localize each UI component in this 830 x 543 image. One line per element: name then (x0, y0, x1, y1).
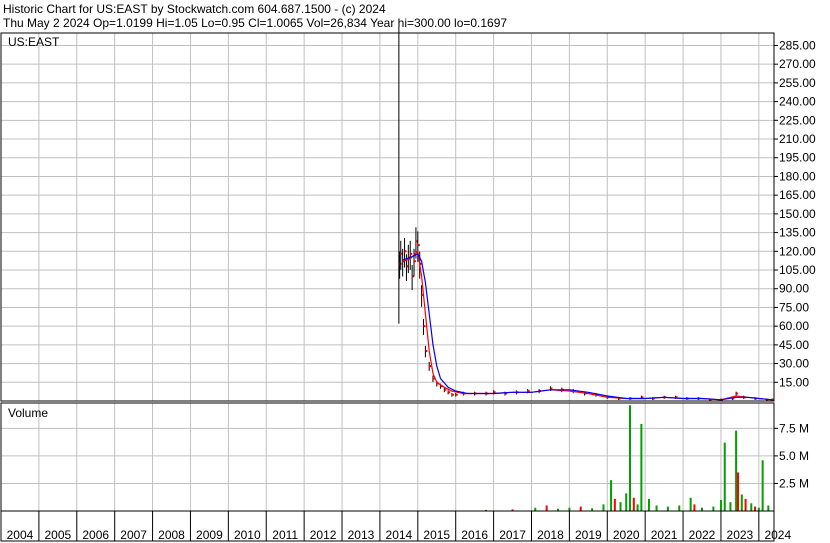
x-tick-label: 2006 (82, 528, 109, 542)
x-tick-label: 2014 (386, 528, 413, 542)
volume-bar (689, 497, 692, 511)
symbol-label: US:EAST (8, 35, 60, 49)
price-tick-label: 105.00 (779, 263, 816, 277)
volume-panel-frame (0, 402, 775, 512)
price-tick-label: 270.00 (779, 57, 816, 71)
price-tick-label: 150.00 (779, 207, 816, 221)
price-tick-label: 195.00 (779, 151, 816, 165)
x-tick-label: 2015 (423, 528, 450, 542)
volume-bar (545, 505, 548, 511)
chart-title: Historic Chart for US:EAST by Stockwatch… (3, 2, 386, 16)
volume-bar (735, 430, 738, 511)
price-tick-label: 120.00 (779, 244, 816, 258)
x-tick-label: 2019 (575, 528, 602, 542)
price-tick-label: 255.00 (779, 76, 816, 90)
moving-average-long-line (402, 253, 773, 401)
historic-chart: Historic Chart for US:EAST by Stockwatch… (0, 2, 816, 542)
volume-bar (579, 506, 582, 511)
price-tick-label: 75.00 (779, 300, 809, 314)
volume-bar (754, 506, 757, 511)
volume-bar (636, 504, 639, 511)
volume-bar (629, 405, 632, 511)
volume-tick-label: 7.5 M (779, 421, 809, 435)
x-tick-label: 2012 (310, 528, 337, 542)
volume-bar (744, 498, 747, 511)
price-tick-label: 30.00 (779, 357, 809, 371)
x-tick-label: 2018 (537, 528, 564, 542)
volume-bar (750, 503, 753, 511)
x-tick-label: 2013 (348, 528, 375, 542)
volume-bar (647, 498, 650, 511)
x-tick-label: 2011 (272, 528, 298, 542)
price-tick-label: 45.00 (779, 338, 809, 352)
price-tick-label: 15.00 (779, 375, 809, 389)
volume-bar (640, 423, 643, 511)
volume-bar (625, 493, 628, 511)
x-tick-label: 2023 (727, 528, 754, 542)
x-tick-label: 2004 (7, 528, 34, 542)
volume-bar (729, 502, 732, 511)
volume-bars (485, 405, 770, 511)
price-tick-label: 180.00 (779, 169, 816, 183)
x-tick-label: 2024 (764, 528, 791, 542)
price-tick-label: 225.00 (779, 113, 816, 127)
volume-grid (1, 403, 774, 511)
price-panel-frame (0, 32, 775, 402)
price-axis-ticks: 15.00 30.00 45.00 60.00 75.00 90.00 105.00 120.… (774, 38, 816, 389)
volume-bar (723, 442, 726, 511)
price-tick-label: 210.00 (779, 132, 816, 146)
volume-tick-label: 2.5 M (779, 476, 809, 490)
x-tick-label: 2010 (234, 528, 261, 542)
x-tick-label: 2007 (120, 528, 147, 542)
volume-bar (613, 498, 616, 511)
volume-bar (619, 502, 622, 511)
price-tick-label: 240.00 (779, 95, 816, 109)
volume-bar (666, 506, 669, 511)
volume-bar (678, 505, 681, 511)
chart-quote-line: Thu May 2 2024 Op=1.0199 Hi=1.05 Lo=0.95… (3, 16, 507, 30)
x-tick-label: 2016 (461, 528, 488, 542)
volume-tick-label: 5.0 M (779, 449, 809, 463)
x-tick-label: 2021 (651, 528, 678, 542)
volume-bar (610, 480, 613, 511)
price-tick-label: 60.00 (779, 319, 809, 333)
volume-label: Volume (8, 406, 48, 420)
volume-bar (712, 506, 715, 511)
x-tick-label: 2005 (44, 528, 71, 542)
moving-average-short-line (402, 250, 773, 401)
x-tick-label: 2008 (158, 528, 185, 542)
volume-bar (719, 499, 722, 511)
x-tick-label: 2020 (613, 528, 640, 542)
x-tick-label: 2009 (196, 528, 223, 542)
volume-bar (655, 505, 658, 511)
price-tick-label: 285.00 (779, 38, 816, 52)
volume-bar (740, 494, 743, 511)
volume-bar (767, 505, 770, 511)
price-tick-label: 135.00 (779, 226, 816, 240)
x-tick-label: 2022 (689, 528, 716, 542)
volume-bar (602, 504, 605, 511)
volume-bar (693, 504, 696, 511)
volume-bar (761, 460, 764, 511)
volume-axis-ticks: 2.5 M 5.0 M 7.5 M (774, 421, 809, 490)
volume-bar (737, 472, 740, 511)
x-axis-ticks: 2004 2005 2006 2007 2008 2009 2010 2011 2012 2013… (7, 511, 791, 542)
moving-average-lines (402, 250, 773, 401)
volume-bar (632, 497, 635, 511)
price-grid (1, 33, 774, 401)
price-tick-label: 165.00 (779, 188, 816, 202)
x-tick-label: 2017 (499, 528, 526, 542)
price-tick-label: 90.00 (779, 282, 809, 296)
